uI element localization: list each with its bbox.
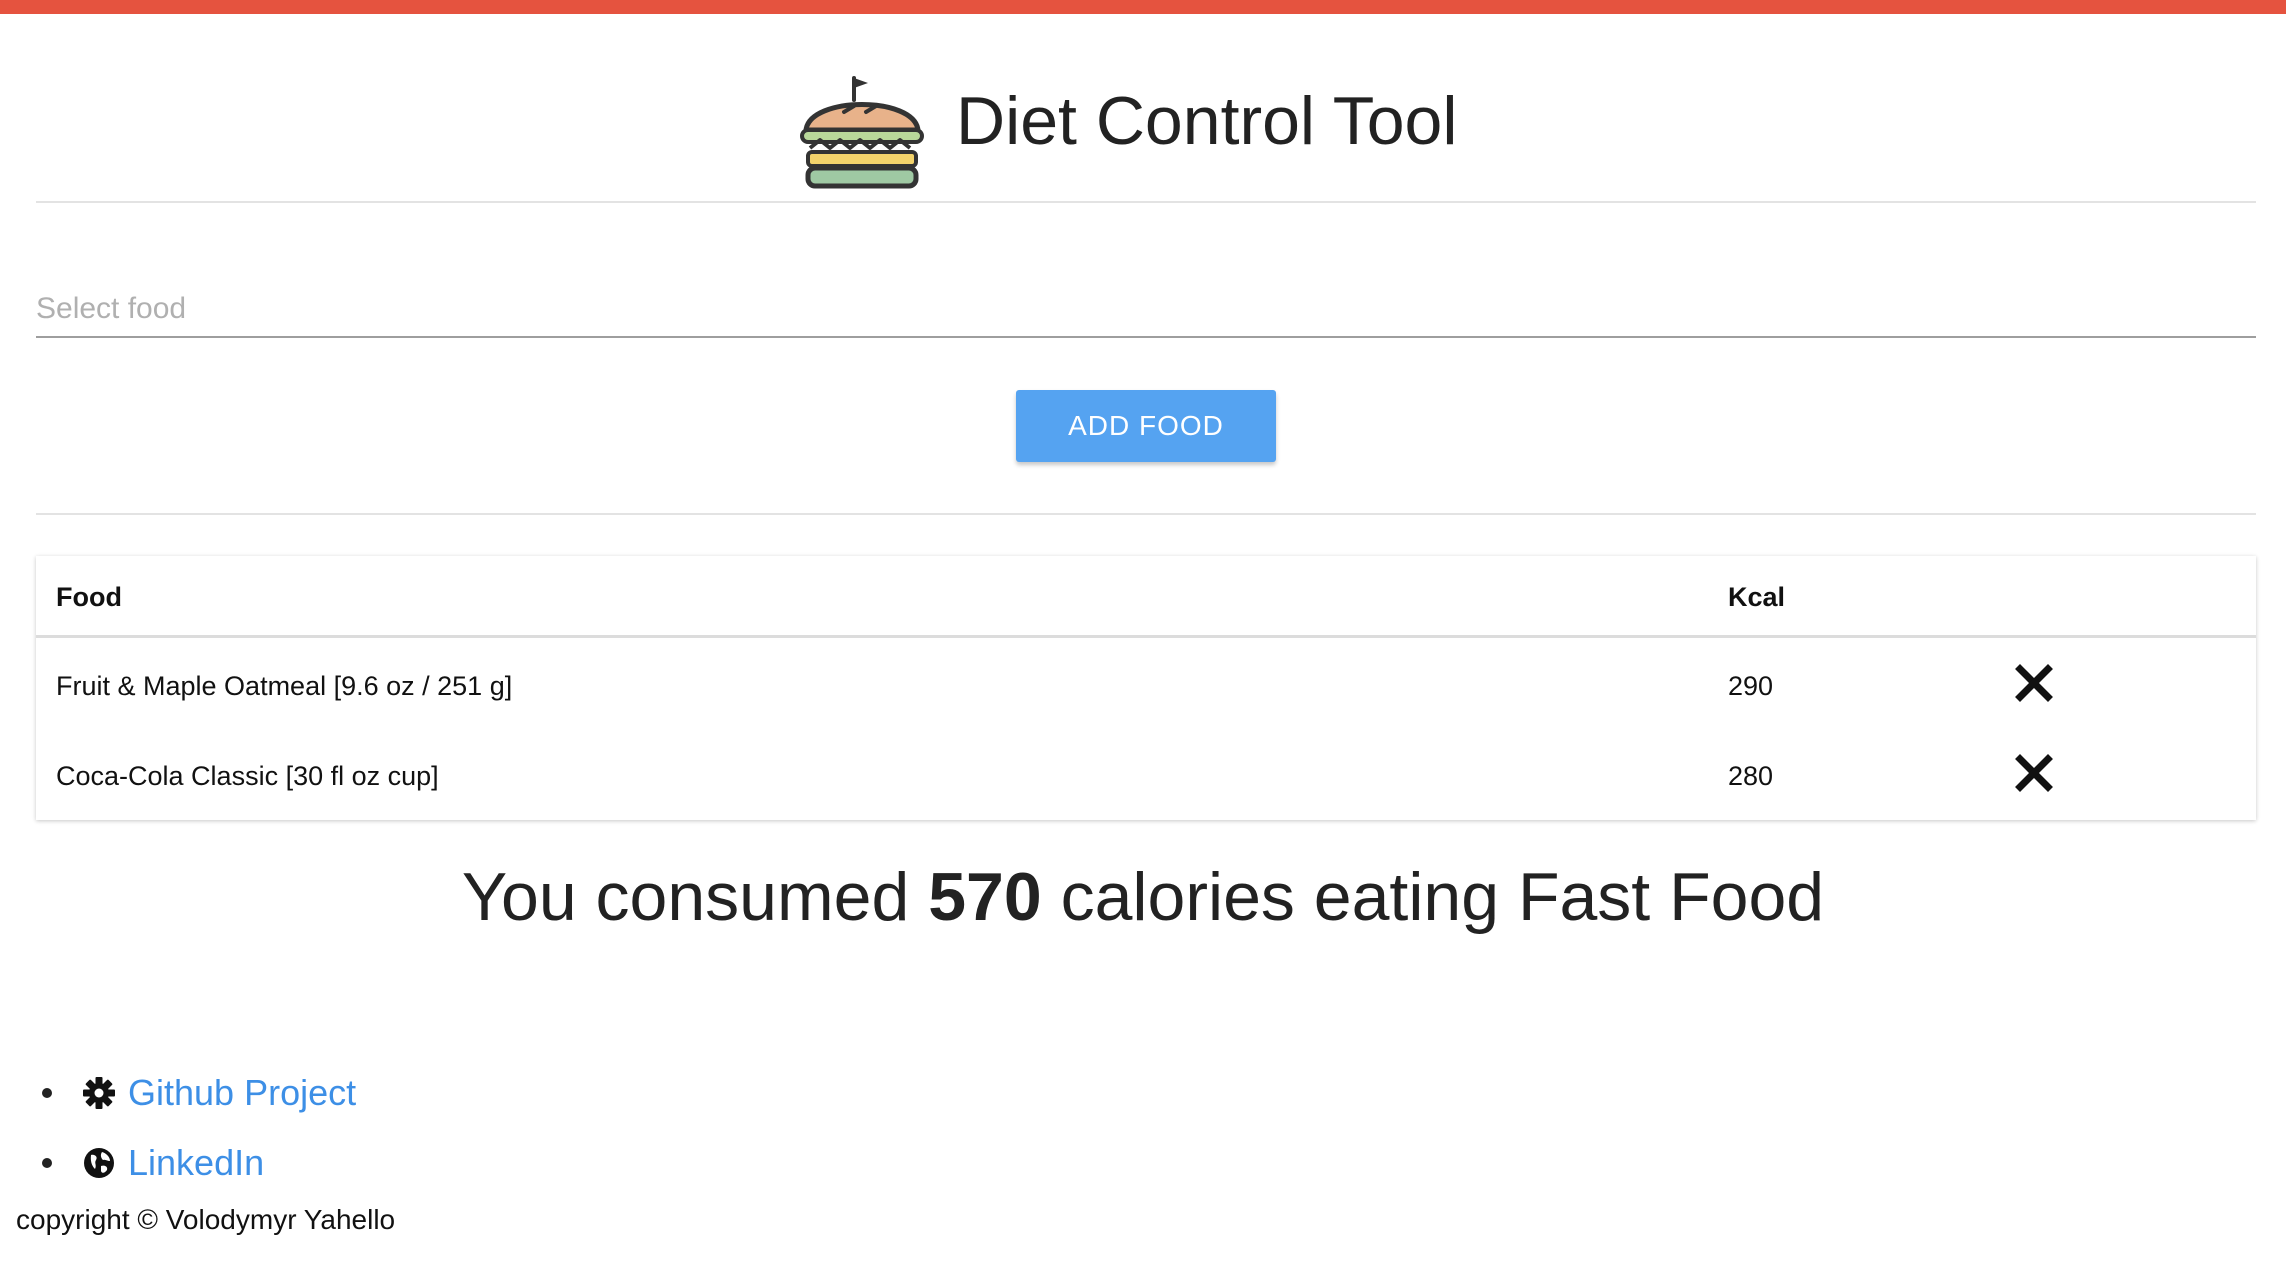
globe-icon xyxy=(84,1148,114,1178)
calorie-total: 570 xyxy=(928,859,1042,935)
add-food-button[interactable]: ADD FOOD xyxy=(1016,390,1276,462)
bullet xyxy=(42,1088,52,1098)
calorie-summary: You consumed 570 calories eating Fast Fo… xyxy=(0,858,2286,936)
footer-links: Github Project LinkedIn xyxy=(36,1058,356,1198)
page-title: Diet Control Tool xyxy=(956,83,1458,159)
github-project-link[interactable]: Github Project xyxy=(128,1072,356,1114)
form-divider xyxy=(36,513,2256,515)
table-row: Coca-Cola Classic [30 fl oz cup] 280 xyxy=(36,731,2256,821)
list-item: Github Project xyxy=(36,1058,356,1128)
close-icon[interactable] xyxy=(2012,661,2056,705)
summary-prefix: You consumed xyxy=(461,859,910,935)
column-header-food: Food xyxy=(56,582,122,612)
food-select-field[interactable] xyxy=(36,270,2256,338)
copyright-text: copyright © Volodymyr Yahello xyxy=(16,1204,396,1235)
food-name-cell: Fruit & Maple Oatmeal [9.6 oz / 251 g] xyxy=(56,671,513,701)
food-select-input[interactable] xyxy=(36,270,2256,334)
kcal-cell: 280 xyxy=(1728,761,1774,791)
column-header-kcal: Kcal xyxy=(1728,582,1786,612)
list-item: LinkedIn xyxy=(36,1128,356,1198)
close-icon[interactable] xyxy=(2012,751,2056,795)
table-row: Fruit & Maple Oatmeal [9.6 oz / 251 g] 2… xyxy=(36,641,2256,731)
bullet xyxy=(42,1158,52,1168)
kcal-cell: 290 xyxy=(1728,671,1774,701)
table-header: Food Kcal xyxy=(36,556,2256,638)
summary-suffix: calories eating Fast Food xyxy=(1060,859,1825,935)
food-table: Food Kcal Fruit & Maple Oatmeal [9.6 oz … xyxy=(36,556,2256,820)
page-header: Diet Control Tool xyxy=(0,14,2286,201)
food-name-cell: Coca-Cola Classic [30 fl oz cup] xyxy=(56,761,439,791)
top-accent-bar xyxy=(0,0,2286,14)
linkedin-link[interactable]: LinkedIn xyxy=(128,1142,264,1184)
burger-icon xyxy=(800,76,924,189)
gear-icon xyxy=(83,1077,115,1109)
header-divider xyxy=(36,201,2256,203)
